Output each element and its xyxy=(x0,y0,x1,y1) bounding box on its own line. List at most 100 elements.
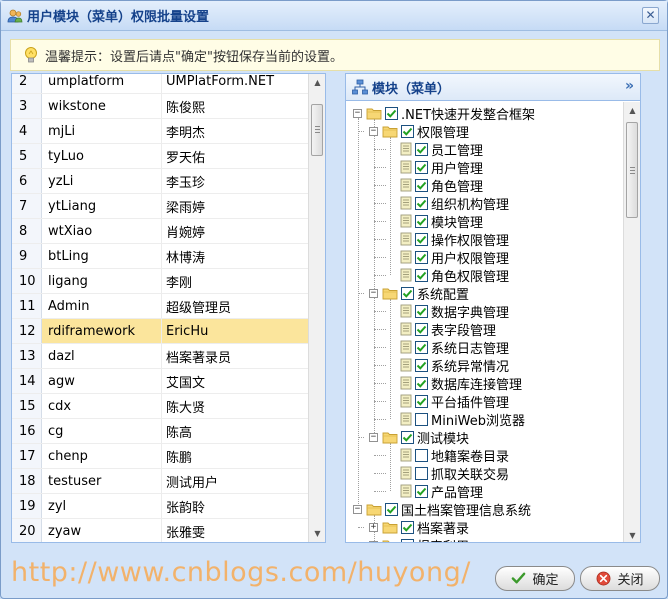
checkbox-checked[interactable] xyxy=(415,340,428,354)
scroll-up-arrow[interactable]: ▲ xyxy=(309,74,325,91)
ok-button[interactable]: 确定 xyxy=(495,566,575,591)
table-row[interactable]: 3 wikstone 陈俊熙 xyxy=(12,94,310,119)
checkbox-checked[interactable] xyxy=(415,250,428,264)
tree-node[interactable]: MiniWeb浏览器 xyxy=(385,410,525,429)
scroll-thumb[interactable] xyxy=(311,104,323,156)
tree-node[interactable]: 角色管理 xyxy=(385,176,483,195)
checkbox-checked[interactable] xyxy=(415,142,428,156)
table-row[interactable]: 2 umplatform UMPlatForm.NET xyxy=(12,74,310,94)
table-row[interactable]: 19 zyl 张韵聆 xyxy=(12,494,310,519)
window-close-button[interactable]: ✕ xyxy=(642,7,659,24)
collapse-icon[interactable]: − xyxy=(353,108,362,118)
table-row[interactable]: 8 wtXiao 肖婉婷 xyxy=(12,219,310,244)
user-grid[interactable]: 2 umplatform UMPlatForm.NET 3 wikstone 陈俊熙 4 mj… xyxy=(11,73,326,543)
checkbox-checked[interactable] xyxy=(415,160,428,174)
collapse-icon[interactable]: − xyxy=(369,432,378,442)
checkbox-checked[interactable] xyxy=(415,484,428,498)
document-icon xyxy=(400,448,412,462)
user-grid-scrollbar[interactable]: ▲ ▼ xyxy=(308,74,325,542)
tree-node[interactable]: + 档案著录 xyxy=(369,518,469,537)
checkbox-checked[interactable] xyxy=(415,196,428,210)
checkbox-checked[interactable] xyxy=(401,520,414,534)
tree-scrollbar[interactable]: ▲ ▼ xyxy=(623,102,640,542)
checkbox-checked[interactable] xyxy=(415,304,428,318)
checkbox-checked[interactable] xyxy=(415,394,428,408)
table-row[interactable]: 9 btLing 林博涛 xyxy=(12,244,310,269)
checkbox-unchecked[interactable] xyxy=(415,466,428,480)
table-row[interactable]: 7 ytLiang 梁雨婷 xyxy=(12,194,310,219)
checkbox-unchecked[interactable] xyxy=(415,448,428,462)
tree-scroll-up-arrow[interactable]: ▲ xyxy=(624,102,640,119)
checkbox-checked[interactable] xyxy=(415,376,428,390)
tree-node[interactable]: 系统日志管理 xyxy=(385,338,509,357)
tree-node[interactable]: 表字段管理 xyxy=(385,320,496,339)
checkbox-checked[interactable] xyxy=(415,178,428,192)
user-name-cell: 超级管理员 xyxy=(166,300,232,316)
table-row[interactable]: 16 cg 陈高 xyxy=(12,419,310,444)
tree-node[interactable]: 用户权限管理 xyxy=(385,248,509,267)
tree-node[interactable]: 地籍案卷目录 xyxy=(385,446,510,465)
expand-icon[interactable]: + xyxy=(369,522,378,532)
tree-node[interactable]: 操作权限管理 xyxy=(385,230,510,249)
checkbox-checked[interactable] xyxy=(401,538,414,542)
tree-node[interactable]: 数据库连接管理 xyxy=(385,374,522,393)
table-row[interactable]: 17 chenp 陈鹏 xyxy=(12,444,310,469)
collapse-icon[interactable]: − xyxy=(353,504,362,514)
collapse-icon[interactable]: − xyxy=(369,288,378,298)
document-icon xyxy=(400,232,412,246)
tree-node[interactable]: 用户管理 xyxy=(385,158,483,177)
checkbox-checked[interactable] xyxy=(415,232,428,246)
collapse-icon[interactable]: − xyxy=(369,126,378,136)
document-icon xyxy=(400,466,412,480)
table-row[interactable]: 15 cdx 陈大贤 xyxy=(12,394,310,419)
tree-node-label: 国土档案管理信息系统 xyxy=(401,503,532,519)
tree-node[interactable]: + 报表利用 xyxy=(369,536,469,542)
tree-node[interactable]: 角色权限管理 xyxy=(385,266,509,285)
title-bar[interactable]: 用户模块（菜单）权限批量设置 ✕ xyxy=(1,1,667,31)
checkbox-checked[interactable] xyxy=(401,430,414,444)
tree-node[interactable]: − 测试模块 xyxy=(369,428,469,447)
scroll-down-arrow[interactable]: ▼ xyxy=(309,525,325,542)
tree-node[interactable]: − 国土档案管理信息系统 xyxy=(353,500,532,519)
table-row[interactable]: 12 rdiframework EricHu xyxy=(12,319,310,344)
row-number: 6 xyxy=(12,169,42,193)
close-button[interactable]: 关闭 xyxy=(580,566,660,591)
table-row[interactable]: 20 zyaw 张雅雯 xyxy=(12,519,310,542)
tree-node[interactable]: 抓取关联交易 xyxy=(385,464,509,483)
tree-node[interactable]: − 系统配置 xyxy=(369,284,469,303)
table-row[interactable]: 11 Admin 超级管理员 xyxy=(12,294,310,319)
tree-node[interactable]: 组织机构管理 xyxy=(385,194,509,213)
module-tree[interactable]: − .NET快速开发整合框架 − 权限管理 员工管理 用户管理 角色管理 组织机构管理 模块管理… xyxy=(346,102,624,542)
checkbox-checked[interactable] xyxy=(415,268,428,282)
table-row[interactable]: 6 yzLi 李玉珍 xyxy=(12,169,310,194)
tree-node[interactable]: − .NET快速开发整合框架 xyxy=(353,104,535,123)
tree-node[interactable]: 系统异常情况 xyxy=(385,356,509,375)
tree-node[interactable]: 模块管理 xyxy=(385,212,483,231)
tree-node[interactable]: 平台插件管理 xyxy=(385,392,509,411)
expand-icon[interactable]: + xyxy=(369,540,378,542)
tree-node[interactable]: 产品管理 xyxy=(385,482,483,501)
table-row[interactable]: 13 dazl 档案著录员 xyxy=(12,344,310,369)
checkbox-checked[interactable] xyxy=(415,214,428,228)
checkbox-checked[interactable] xyxy=(401,124,414,138)
table-row[interactable]: 14 agw 艾国文 xyxy=(12,369,310,394)
tree-scroll-thumb[interactable] xyxy=(626,122,638,218)
tree-scroll-down-arrow[interactable]: ▼ xyxy=(624,527,640,542)
table-row[interactable]: 5 tyLuo 罗天佑 xyxy=(12,144,310,169)
checkbox-checked[interactable] xyxy=(401,286,414,300)
checkbox-checked[interactable] xyxy=(385,502,398,516)
table-row[interactable]: 18 testuser 测试用户 xyxy=(12,469,310,494)
tree-node[interactable]: − 权限管理 xyxy=(369,122,469,141)
document-icon xyxy=(400,394,412,408)
table-row[interactable]: 4 mjLi 李明杰 xyxy=(12,119,310,144)
tree-node-label: 地籍案卷目录 xyxy=(431,449,510,465)
tree-node[interactable]: 员工管理 xyxy=(385,140,483,159)
table-row[interactable]: 10 ligang 李刚 xyxy=(12,269,310,294)
tree-node-label: 操作权限管理 xyxy=(431,233,510,249)
collapse-panel-icon[interactable]: » xyxy=(625,78,634,94)
checkbox-checked[interactable] xyxy=(415,358,428,372)
checkbox-checked[interactable] xyxy=(385,106,398,120)
checkbox-unchecked[interactable] xyxy=(415,412,428,426)
checkbox-checked[interactable] xyxy=(415,322,428,336)
tree-node[interactable]: 数据字典管理 xyxy=(385,302,509,321)
